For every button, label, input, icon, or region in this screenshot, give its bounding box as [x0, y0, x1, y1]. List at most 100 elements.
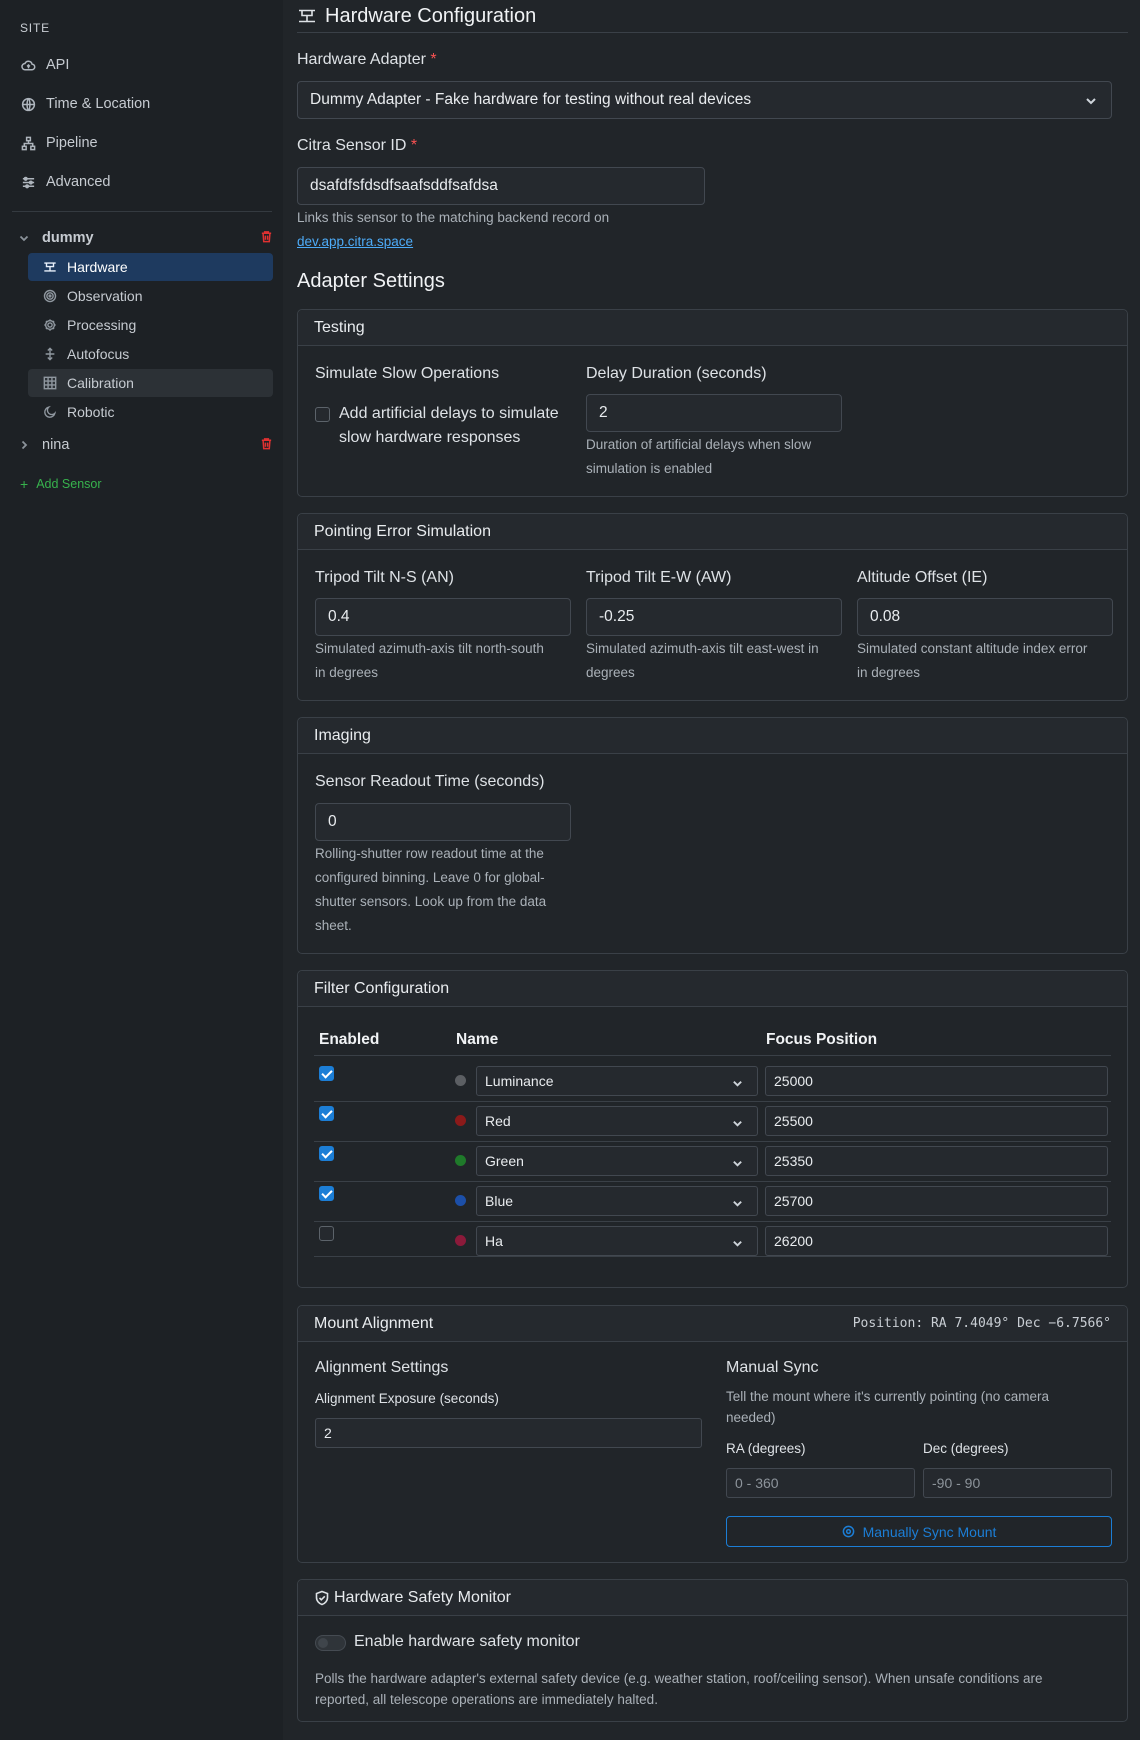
filter-enabled-checkbox[interactable] [319, 1226, 334, 1241]
dec-input[interactable]: -90 - 90 [923, 1468, 1112, 1498]
hardware-adapter-select[interactable]: Dummy Adapter - Fake hardware for testin… [297, 81, 1112, 119]
row-divider [314, 1221, 1111, 1222]
dec-placeholder: -90 - 90 [932, 1475, 981, 1491]
filter-name-select[interactable]: Green [476, 1146, 758, 1176]
filter-enabled-checkbox[interactable] [319, 1186, 334, 1201]
filter-enabled-checkbox[interactable] [319, 1146, 334, 1161]
filter-name-select[interactable]: Blue [476, 1186, 758, 1216]
readout-value: 0 [328, 813, 337, 830]
chevron-right-icon[interactable] [18, 439, 32, 451]
sensor-id-input[interactable]: dsafdfsfdsdfsaafsddfsafdsa [297, 167, 705, 205]
sensor-id-help: Links this sensor to the matching backen… [297, 210, 610, 249]
sidebar-item-processing[interactable]: Processing [28, 311, 273, 339]
alignment-exposure-value: 2 [324, 1425, 332, 1441]
filter-name-select[interactable]: Red [476, 1106, 758, 1136]
filter-name-value: Luminance [485, 1073, 554, 1089]
table-header-divider [314, 1055, 1111, 1056]
trash-icon[interactable] [260, 230, 273, 247]
filter-name-select[interactable]: Luminance [476, 1066, 758, 1096]
slow-ops-checkbox-label[interactable]: Add artificial delays to simulate slow ha… [339, 402, 559, 450]
filter-focus-input[interactable]: 25500 [765, 1106, 1108, 1136]
altitude-offset-value: 0.08 [870, 608, 901, 625]
testing-card: Testing Simulate Slow Operations Add art… [297, 309, 1128, 497]
sidebar-item-autofocus[interactable]: Autofocus [28, 340, 273, 368]
backend-link[interactable]: dev.app.citra.space [297, 234, 413, 249]
col-focus-header: Focus Position [766, 1031, 878, 1048]
moon-icon [43, 405, 58, 420]
trash-icon[interactable] [260, 437, 273, 454]
card-title: Filter Configuration [298, 971, 1127, 1007]
slow-ops-checkbox[interactable] [315, 407, 330, 422]
sidebar-item-label: Advanced [46, 174, 111, 190]
sidebar-item-label: Pipeline [46, 135, 98, 151]
sidebar-item-robotic[interactable]: Robotic [28, 398, 273, 426]
manual-sync-help: Tell the mount where it's currently poin… [726, 1389, 1049, 1425]
chevron-down-icon[interactable] [18, 232, 32, 244]
chevron-down-icon [732, 1236, 743, 1252]
manual-sync-button[interactable]: Manually Sync Mount [726, 1516, 1112, 1547]
sidebar-item-label: Calibration [67, 375, 134, 391]
tilt-ew-input[interactable]: -0.25 [586, 598, 842, 636]
imaging-card: Imaging Sensor Readout Time (seconds) 0 … [297, 717, 1128, 954]
tilt-ns-input[interactable]: 0.4 [315, 598, 571, 636]
pipeline-icon [20, 135, 36, 151]
filter-color-dot [455, 1155, 466, 1166]
delay-input[interactable]: 2 [586, 394, 842, 432]
tilt-ew-label: Tripod Tilt E-W (AW) [586, 569, 732, 586]
plus-icon: + [20, 476, 29, 492]
sensor-name: nina [42, 437, 70, 453]
safety-toggle-label[interactable]: Enable hardware safety monitor [354, 1633, 580, 1651]
sensor-dummy[interactable]: dummy [18, 224, 273, 252]
sidebar-item-hardware[interactable]: Hardware [28, 253, 273, 281]
target-icon [43, 289, 58, 304]
filter-enabled-checkbox[interactable] [319, 1106, 334, 1121]
chevron-down-icon [1085, 94, 1097, 112]
filter-enabled-checkbox[interactable] [319, 1066, 334, 1081]
site-section-label: SITE [20, 21, 50, 35]
card-title-text: Mount Alignment [314, 1314, 434, 1332]
altitude-offset-input[interactable]: 0.08 [857, 598, 1113, 636]
card-title: Hardware Safety Monitor [298, 1580, 1127, 1616]
crosshair-icon [842, 1525, 854, 1538]
sidebar: SITE API Time & Location Pipeline Advanc… [0, 0, 283, 1740]
filter-color-dot [455, 1195, 466, 1206]
sidebar-item-label: Robotic [67, 404, 115, 420]
filter-name-value: Blue [485, 1193, 514, 1209]
mount-alignment-card: Mount Alignment Position: RA 7.4049° Dec… [297, 1305, 1128, 1563]
readout-help: Rolling-shutter row readout time at the c… [315, 846, 547, 933]
readout-input[interactable]: 0 [315, 803, 571, 841]
filter-color-dot [455, 1115, 466, 1126]
filter-focus-value: 25500 [774, 1113, 813, 1129]
safety-help: Polls the hardware adapter's external sa… [315, 1671, 1043, 1707]
hardware-icon [43, 260, 58, 275]
sidebar-item-calibration[interactable]: Calibration [28, 369, 273, 397]
sidebar-divider [12, 211, 272, 212]
filter-focus-input[interactable]: 25700 [765, 1186, 1108, 1216]
filter-focus-input[interactable]: 25000 [765, 1066, 1108, 1096]
sidebar-item-api[interactable]: API [20, 50, 270, 80]
ra-input[interactable]: 0 - 360 [726, 1468, 915, 1498]
sliders-icon [20, 174, 36, 190]
safety-monitor-toggle[interactable] [315, 1635, 346, 1651]
sidebar-item-label: API [46, 57, 70, 73]
filter-focus-input[interactable]: 26200 [765, 1226, 1108, 1256]
add-sensor-button[interactable]: + Add Sensor [20, 476, 102, 492]
sidebar-item-observation[interactable]: Observation [28, 282, 273, 310]
sensor-id-label: Citra Sensor ID * [297, 137, 418, 154]
filter-name-select[interactable]: Ha [476, 1226, 758, 1256]
sidebar-item-pipeline[interactable]: Pipeline [20, 128, 270, 158]
sidebar-item-advanced[interactable]: Advanced [20, 167, 270, 197]
delay-value: 2 [599, 404, 608, 421]
mount-position-readout: Position: RA 7.4049° Dec −6.7566° [852, 1316, 1111, 1331]
globe-icon [20, 96, 36, 112]
pointing-error-card: Pointing Error Simulation Tripod Tilt N-… [297, 513, 1128, 701]
row-divider [314, 1141, 1111, 1142]
col-enabled-header: Enabled [319, 1031, 380, 1048]
filter-focus-input[interactable]: 25350 [765, 1146, 1108, 1176]
sidebar-item-time-location[interactable]: Time & Location [20, 89, 270, 119]
filter-color-dot [455, 1235, 466, 1246]
sensor-nina[interactable]: nina [18, 431, 273, 459]
safety-monitor-card: Hardware Safety Monitor Enable hardware … [297, 1579, 1128, 1722]
tilt-ns-help: Simulated azimuth-axis tilt north-south i… [315, 641, 544, 680]
alignment-exposure-input[interactable]: 2 [315, 1418, 702, 1448]
